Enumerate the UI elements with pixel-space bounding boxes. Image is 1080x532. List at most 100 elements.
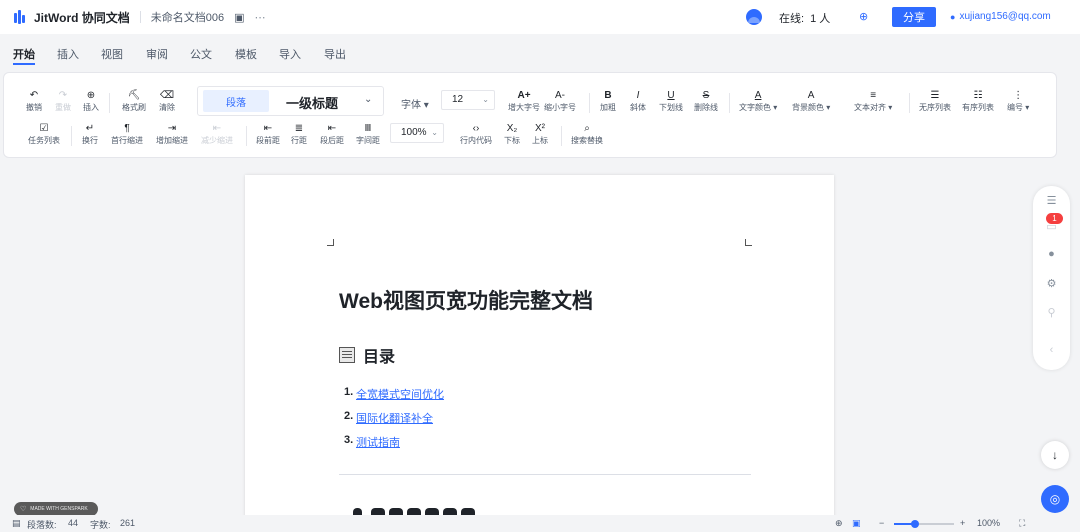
paragraph-style-select[interactable]: 段落 一级标题 ⌄ bbox=[197, 86, 384, 116]
chevron-down-icon: ⌄ bbox=[364, 94, 373, 105]
list-item: 1. 全宽模式空间优化 bbox=[344, 386, 444, 410]
line-height-button[interactable]: ≣ 行距 bbox=[291, 123, 307, 146]
redo-icon: ↷ bbox=[58, 90, 68, 101]
paragraph-icon: ¶ bbox=[124, 123, 130, 134]
user-account[interactable]: ● xujiang156@qq.com bbox=[950, 11, 1051, 22]
document-info-icon[interactable]: ▣ bbox=[234, 11, 244, 24]
space-before-button[interactable]: ⇤ 段前距 bbox=[256, 123, 280, 146]
text-align-button[interactable]: ≡ 文本对齐 ▾ bbox=[854, 90, 892, 113]
strikethrough-icon: S bbox=[702, 90, 710, 101]
page-view-icon[interactable]: ▣ bbox=[852, 518, 861, 529]
text-color-icon: A bbox=[754, 90, 762, 101]
superscript-button[interactable]: X² 上标 bbox=[532, 123, 548, 146]
more-icon[interactable]: ⋯ bbox=[255, 11, 266, 24]
heart-icon: ♡ bbox=[20, 506, 27, 513]
tab-start[interactable]: 开始 bbox=[13, 46, 35, 65]
search-replace-button[interactable]: ⌕ 搜索替换 bbox=[571, 123, 603, 146]
toc-link[interactable]: 国际化翻译补全 bbox=[356, 410, 433, 434]
shrink-font-icon: A- bbox=[555, 90, 565, 101]
highlight-icon: A bbox=[807, 90, 815, 101]
bold-icon: B bbox=[604, 90, 612, 101]
text-color-button[interactable]: A 文字颜色 ▾ bbox=[739, 90, 777, 113]
line-break-button[interactable]: ↵ 换行 bbox=[82, 123, 98, 146]
bold-button[interactable]: B 加粗 bbox=[600, 90, 616, 113]
decrease-indent-button[interactable]: ⇤ 减少缩进 bbox=[201, 123, 233, 146]
strikethrough-button[interactable]: S 删除线 bbox=[694, 90, 718, 113]
space-after-button[interactable]: ⇤ 段后距 bbox=[320, 123, 344, 146]
inline-code-button[interactable]: ‹› 行内代码 bbox=[460, 123, 492, 146]
divider bbox=[71, 126, 72, 146]
clear-format-button[interactable]: ⌫ 清除 bbox=[159, 90, 175, 113]
tab-export[interactable]: 导出 bbox=[324, 46, 346, 62]
toc-link[interactable]: 测试指南 bbox=[356, 434, 400, 458]
language-globe-icon[interactable]: ⊕ bbox=[859, 10, 868, 23]
support-button[interactable]: ◎ bbox=[1041, 485, 1069, 513]
shrink-font-button[interactable]: A- 缩小字号 bbox=[544, 90, 576, 113]
user-email: xujiang156@qq.com bbox=[959, 11, 1051, 22]
tab-template[interactable]: 模板 bbox=[235, 46, 257, 62]
zoom-slider-handle[interactable] bbox=[911, 520, 919, 528]
italic-button[interactable]: I 斜体 bbox=[630, 90, 646, 113]
tab-import[interactable]: 导入 bbox=[279, 46, 301, 62]
divider bbox=[909, 93, 910, 113]
undo-button[interactable]: ↶ 撤销 bbox=[26, 90, 42, 113]
chevron-down-icon: ⌄ bbox=[482, 95, 489, 104]
background-color-button[interactable]: A 背景颜色 ▾ bbox=[792, 90, 830, 113]
grow-font-icon: A+ bbox=[517, 90, 531, 101]
scroll-down-button[interactable]: ↓ bbox=[1041, 441, 1069, 469]
eraser-icon: ⌫ bbox=[159, 90, 175, 101]
numbering-button[interactable]: ⋮ 编号 ▾ bbox=[1007, 90, 1029, 113]
task-list-button[interactable]: ☑ 任务列表 bbox=[28, 123, 60, 146]
document-page[interactable]: Web视图页宽功能完整文档 目录 1. 全宽模式空间优化 2. 国际化翻译补全 … bbox=[245, 175, 834, 532]
zoom-select[interactable]: 100% ⌄ bbox=[390, 123, 444, 143]
margin-corner-mark bbox=[327, 239, 334, 246]
outline-icon[interactable]: ☰ bbox=[1033, 194, 1070, 207]
bullet-list-button[interactable]: ☰ 无序列表 bbox=[919, 90, 951, 113]
format-painter-button[interactable]: ⛏ 格式刷 bbox=[122, 90, 146, 113]
insert-button[interactable]: ⊕ 插入 bbox=[83, 90, 99, 113]
avatar[interactable] bbox=[746, 9, 762, 25]
paragraph-tag[interactable]: 段落 bbox=[203, 90, 269, 112]
tab-insert[interactable]: 插入 bbox=[57, 46, 79, 62]
tools-icon[interactable]: ⚲ bbox=[1033, 306, 1070, 319]
document-stats-icon: ▤ bbox=[12, 518, 21, 528]
comment-icon[interactable]: ▭ bbox=[1033, 220, 1070, 233]
zoom-out-icon[interactable]: − bbox=[879, 518, 884, 528]
share-button[interactable]: 分享 bbox=[892, 7, 936, 27]
redo-button[interactable]: ↷ 重做 bbox=[55, 90, 71, 113]
increase-indent-button[interactable]: ⇥ 增加缩进 bbox=[156, 123, 188, 146]
heading-level-value: 一级标题 bbox=[286, 96, 339, 111]
zoom-slider[interactable] bbox=[894, 520, 954, 528]
menu-tabs: 开始 插入 视图 审阅 公文 模板 导入 导出 bbox=[0, 42, 1080, 66]
tab-review[interactable]: 审阅 bbox=[146, 46, 168, 62]
subscript-button[interactable]: X₂ 下标 bbox=[504, 123, 520, 146]
toc-link[interactable]: 全宽模式空间优化 bbox=[356, 386, 444, 410]
online-status: 在线: 1 人 bbox=[779, 10, 830, 26]
font-size-select[interactable]: 12 ⌄ bbox=[441, 90, 495, 110]
document-title[interactable]: 未命名文档006 bbox=[151, 9, 224, 25]
space-after-icon: ⇤ bbox=[327, 123, 337, 134]
font-family-select[interactable]: 字体 ▾ bbox=[401, 96, 429, 111]
collapse-icon[interactable]: ‹ bbox=[1033, 344, 1070, 356]
indent-icon: ⇥ bbox=[167, 123, 177, 134]
search-icon: ⌕ bbox=[584, 123, 590, 134]
ordered-list-button[interactable]: ☷ 有序列表 bbox=[962, 90, 994, 113]
arrow-down-icon: ↓ bbox=[1052, 448, 1058, 462]
fullscreen-icon[interactable]: ⛶ bbox=[1019, 518, 1025, 529]
letter-spacing-button[interactable]: Ⅲ 字间距 bbox=[356, 123, 380, 146]
underline-button[interactable]: U 下划线 bbox=[659, 90, 683, 113]
gear-icon[interactable]: ⚙ bbox=[1033, 277, 1070, 290]
made-with-badge[interactable]: ♡ MADE WITH GENSPARK bbox=[14, 502, 98, 516]
zoom-in-icon[interactable]: + bbox=[960, 518, 965, 528]
tab-view[interactable]: 视图 bbox=[101, 46, 123, 62]
divider bbox=[139, 11, 141, 23]
divider bbox=[246, 126, 247, 146]
web-view-globe-icon[interactable]: ⊕ bbox=[835, 518, 843, 529]
italic-icon: I bbox=[636, 90, 640, 101]
tab-official[interactable]: 公文 bbox=[190, 46, 212, 62]
ordered-list-icon: ☷ bbox=[973, 90, 983, 101]
history-icon[interactable]: ● bbox=[1033, 248, 1070, 260]
grow-font-button[interactable]: A+ 增大字号 bbox=[508, 90, 540, 113]
paragraph-count: 44 bbox=[68, 518, 79, 528]
first-line-indent-button[interactable]: ¶ 首行缩进 bbox=[111, 123, 143, 146]
